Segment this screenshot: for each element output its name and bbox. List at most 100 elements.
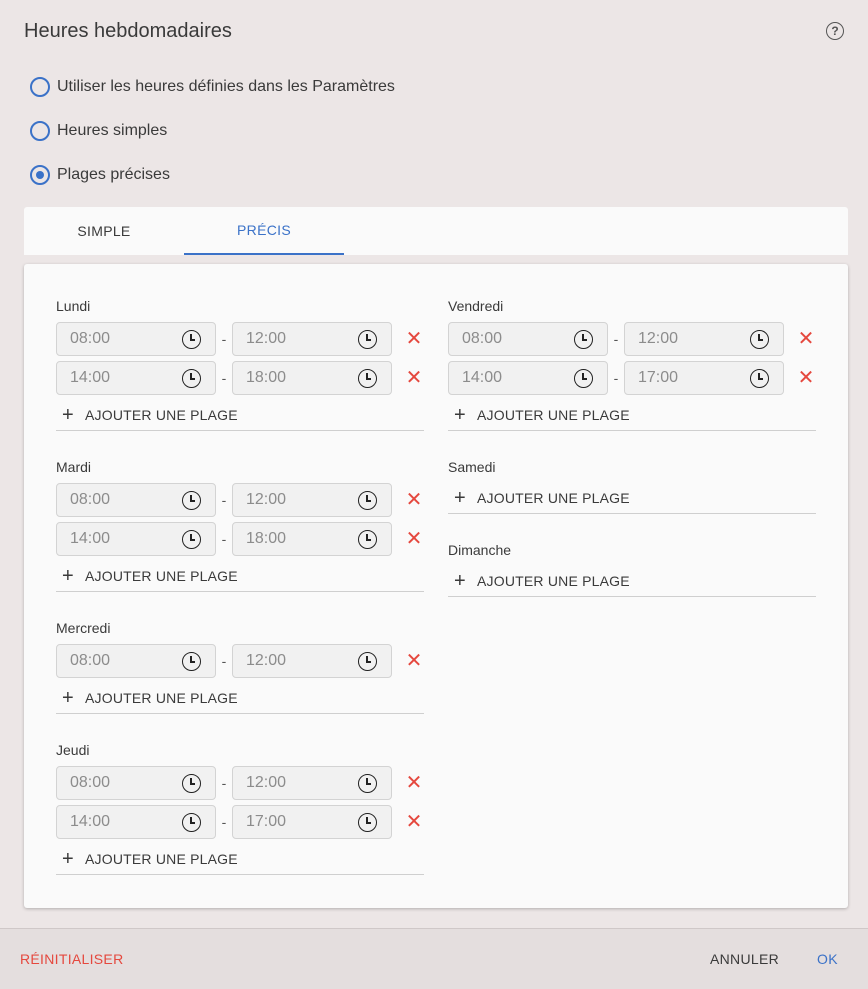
- end-time-value: 17:00: [246, 813, 287, 830]
- clock-icon[interactable]: [182, 369, 201, 388]
- day-section-mardi: Mardi 08:00 - 12:00 ✕ 14:00 - 18:00 ✕ + AJOUTER UN…: [56, 457, 424, 592]
- clock-icon[interactable]: [358, 652, 377, 671]
- time-slot-row: 08:00 - 12:00 ✕: [56, 644, 424, 678]
- time-slot-row: 08:00 - 12:00 ✕: [56, 766, 424, 800]
- ok-button[interactable]: OK: [817, 951, 838, 967]
- tab-simple[interactable]: SIMPLE: [24, 207, 184, 255]
- clock-icon[interactable]: [358, 491, 377, 510]
- ranges-panel: Lundi 08:00 - 12:00 ✕ 14:00 - 18:00 ✕ + AJOUTER UN…: [24, 264, 848, 908]
- start-time-input[interactable]: 08:00: [56, 322, 216, 356]
- start-time-input[interactable]: 14:00: [56, 805, 216, 839]
- days-column-left: Lundi 08:00 - 12:00 ✕ 14:00 - 18:00 ✕ + AJOUTER UN…: [56, 296, 424, 901]
- option-simple-hours[interactable]: Heures simples: [30, 120, 167, 142]
- day-name: Samedi: [448, 459, 496, 475]
- day-section-mercredi: Mercredi 08:00 - 12:00 ✕ + AJOUTER UNE PLAGE: [56, 618, 424, 714]
- end-time-input[interactable]: 12:00: [232, 644, 392, 678]
- clock-icon[interactable]: [182, 813, 201, 832]
- reset-button[interactable]: RÉINITIALISER: [20, 951, 123, 967]
- add-range-label: AJOUTER UNE PLAGE: [85, 568, 238, 584]
- start-time-input[interactable]: 08:00: [56, 483, 216, 517]
- day-name: Dimanche: [448, 542, 512, 558]
- remove-slot-icon[interactable]: ✕: [796, 329, 816, 349]
- end-time-input[interactable]: 17:00: [232, 805, 392, 839]
- remove-slot-icon[interactable]: ✕: [404, 529, 424, 549]
- add-range-button[interactable]: + AJOUTER UNE PLAGE: [56, 844, 424, 874]
- end-time-input[interactable]: 12:00: [232, 766, 392, 800]
- remove-slot-icon[interactable]: ✕: [404, 773, 424, 793]
- end-time-input[interactable]: 12:00: [624, 322, 784, 356]
- clock-icon[interactable]: [182, 491, 201, 510]
- range-separator: -: [221, 775, 227, 791]
- remove-slot-icon[interactable]: ✕: [404, 651, 424, 671]
- start-time-input[interactable]: 14:00: [56, 361, 216, 395]
- plus-icon: +: [454, 403, 466, 426]
- day-section-jeudi: Jeudi 08:00 - 12:00 ✕ 14:00 - 17:00 ✕ + AJOUTER UN…: [56, 740, 424, 875]
- clock-icon[interactable]: [358, 530, 377, 549]
- range-separator: -: [221, 814, 227, 830]
- radio-icon[interactable]: [30, 121, 50, 141]
- end-time-value: 18:00: [246, 530, 287, 547]
- clock-icon[interactable]: [358, 774, 377, 793]
- add-range-label: AJOUTER UNE PLAGE: [477, 573, 630, 589]
- day-section-dimanche: Dimanche + AJOUTER UNE PLAGE: [448, 540, 816, 597]
- start-time-input[interactable]: 14:00: [56, 522, 216, 556]
- range-separator: -: [221, 531, 227, 547]
- clock-icon[interactable]: [358, 369, 377, 388]
- start-time-input[interactable]: 08:00: [448, 322, 608, 356]
- start-time-value: 14:00: [70, 813, 111, 830]
- clock-icon[interactable]: [182, 330, 201, 349]
- radio-checked-icon[interactable]: [30, 165, 50, 185]
- start-time-value: 08:00: [462, 330, 503, 347]
- option-use-settings-hours[interactable]: Utiliser les heures définies dans les Pa…: [30, 76, 395, 98]
- plus-icon: +: [454, 569, 466, 592]
- range-separator: -: [221, 492, 227, 508]
- range-separator: -: [613, 331, 619, 347]
- clock-icon[interactable]: [358, 330, 377, 349]
- option-precise-ranges[interactable]: Plages précises: [30, 164, 170, 186]
- day-name: Vendredi: [448, 298, 504, 314]
- dialog-footer: RÉINITIALISER ANNULER OK: [0, 928, 868, 989]
- add-range-label: AJOUTER UNE PLAGE: [85, 407, 238, 423]
- end-time-input[interactable]: 12:00: [232, 483, 392, 517]
- remove-slot-icon[interactable]: ✕: [796, 368, 816, 388]
- add-range-button[interactable]: + AJOUTER UNE PLAGE: [56, 561, 424, 591]
- clock-icon[interactable]: [358, 813, 377, 832]
- start-time-input[interactable]: 14:00: [448, 361, 608, 395]
- add-range-button[interactable]: + AJOUTER UNE PLAGE: [56, 683, 424, 713]
- start-time-input[interactable]: 08:00: [56, 644, 216, 678]
- clock-icon[interactable]: [182, 652, 201, 671]
- start-time-value: 08:00: [70, 774, 111, 791]
- start-time-input[interactable]: 08:00: [56, 766, 216, 800]
- end-time-input[interactable]: 18:00: [232, 361, 392, 395]
- clock-icon[interactable]: [750, 369, 769, 388]
- end-time-value: 17:00: [638, 369, 679, 386]
- tab-precis[interactable]: PRÉCIS: [184, 207, 344, 255]
- cancel-button[interactable]: ANNULER: [710, 951, 779, 967]
- day-section-samedi: Samedi + AJOUTER UNE PLAGE: [448, 457, 816, 514]
- range-separator: -: [613, 370, 619, 386]
- remove-slot-icon[interactable]: ✕: [404, 812, 424, 832]
- remove-slot-icon[interactable]: ✕: [404, 490, 424, 510]
- end-time-input[interactable]: 12:00: [232, 322, 392, 356]
- clock-icon[interactable]: [182, 774, 201, 793]
- help-icon[interactable]: ?: [826, 22, 844, 40]
- clock-icon[interactable]: [574, 330, 593, 349]
- add-range-button[interactable]: + AJOUTER UNE PLAGE: [448, 483, 816, 513]
- start-time-value: 14:00: [70, 530, 111, 547]
- range-separator: -: [221, 331, 227, 347]
- remove-slot-icon[interactable]: ✕: [404, 368, 424, 388]
- end-time-value: 12:00: [246, 491, 287, 508]
- clock-icon[interactable]: [574, 369, 593, 388]
- option-label: Utiliser les heures définies dans les Pa…: [57, 78, 395, 95]
- remove-slot-icon[interactable]: ✕: [404, 329, 424, 349]
- clock-icon[interactable]: [750, 330, 769, 349]
- add-range-button[interactable]: + AJOUTER UNE PLAGE: [56, 400, 424, 430]
- day-section-vendredi: Vendredi 08:00 - 12:00 ✕ 14:00 - 17:00 ✕ + AJOUTER…: [448, 296, 816, 431]
- end-time-input[interactable]: 17:00: [624, 361, 784, 395]
- add-range-button[interactable]: + AJOUTER UNE PLAGE: [448, 400, 816, 430]
- radio-icon[interactable]: [30, 77, 50, 97]
- clock-icon[interactable]: [182, 530, 201, 549]
- add-range-label: AJOUTER UNE PLAGE: [477, 490, 630, 506]
- end-time-input[interactable]: 18:00: [232, 522, 392, 556]
- add-range-button[interactable]: + AJOUTER UNE PLAGE: [448, 566, 816, 596]
